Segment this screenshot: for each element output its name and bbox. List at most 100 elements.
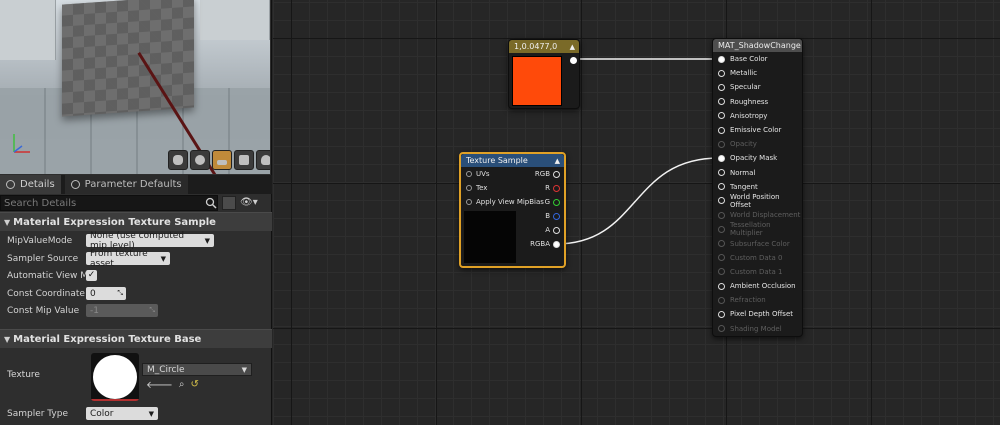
- search-details-input[interactable]: Search Details: [0, 195, 218, 211]
- pin-label: RGBA: [530, 240, 550, 248]
- prop-const-mip-value: Const Mip Value -1 ⤡: [0, 302, 272, 319]
- pin-label: World Displacement: [730, 211, 801, 220]
- material-pin-row: Opacity Mask: [713, 151, 802, 165]
- node-header[interactable]: 1,0.0477,0 ▲: [509, 40, 579, 53]
- material-pin-row: World Displacement: [713, 208, 802, 222]
- pin-row-tex: Tex R: [461, 181, 564, 195]
- output-pin-b[interactable]: [553, 212, 560, 220]
- input-pin[interactable]: [718, 183, 725, 191]
- material-pin-row: Emissive Color: [713, 123, 802, 137]
- output-pin-rgba[interactable]: [553, 240, 560, 248]
- pin-label: RGB: [534, 170, 550, 178]
- input-pin[interactable]: [718, 83, 725, 91]
- prop-label: Sampler Type: [7, 408, 68, 419]
- pin-row-mipbias: Apply View MipBias G: [461, 195, 564, 209]
- pin-label: Custom Data 1: [730, 267, 783, 276]
- node-header[interactable]: MAT_ShadowChange: [713, 39, 802, 52]
- collapse-caret-icon[interactable]: ▼: [4, 218, 10, 227]
- dropdown-value: M_Circle: [147, 364, 185, 375]
- input-pin-tex[interactable]: [466, 185, 472, 191]
- details-tabbar: Details Parameter Defaults: [0, 175, 272, 194]
- const-mip-value-field: -1 ⤡: [86, 304, 158, 317]
- output-pin[interactable]: [570, 57, 577, 64]
- sampler-source-dropdown[interactable]: From texture asset ▼: [86, 249, 170, 269]
- dropdown-value: None (use computed mip level): [90, 230, 185, 251]
- details-icon: [6, 180, 15, 189]
- resize-arrows-icon: ⤡: [117, 289, 123, 297]
- output-pin-rgb[interactable]: [553, 170, 560, 178]
- input-pin[interactable]: [718, 310, 725, 318]
- material-pin-row: Normal: [713, 166, 802, 180]
- collapse-arrow-icon[interactable]: ▲: [570, 43, 575, 51]
- view-options-eye-icon[interactable]: 👁▾: [240, 197, 260, 209]
- axis-gizmo-icon: [13, 134, 30, 153]
- output-pin-g[interactable]: [553, 198, 560, 206]
- material-pin-row: Subsurface Color: [713, 236, 802, 250]
- node-header[interactable]: Texture Sample ▲: [461, 154, 564, 167]
- chevron-down-icon: ▼: [160, 254, 166, 263]
- output-pin-r[interactable]: [553, 184, 560, 192]
- prop-label: Const Coordinate: [7, 288, 85, 299]
- pin-label: R: [545, 184, 550, 192]
- asset-type-bar: [91, 399, 139, 401]
- input-pin[interactable]: [718, 197, 725, 205]
- pin-label: Anisotropy: [730, 111, 768, 120]
- input-pin[interactable]: [718, 112, 725, 120]
- constant3vector-node[interactable]: 1,0.0477,0 ▲: [508, 39, 580, 109]
- material-pin-row: Metallic: [713, 66, 802, 80]
- property-matrix-icon[interactable]: [222, 196, 236, 210]
- section-texture-base[interactable]: ▼ Material Expression Texture Base: [0, 329, 272, 348]
- prop-auto-view-mip-bias: Automatic View Mip Bi ✓: [0, 267, 272, 284]
- input-pin[interactable]: [718, 154, 725, 162]
- input-pin-uvs[interactable]: [466, 171, 472, 177]
- search-icon[interactable]: [205, 197, 217, 209]
- pin-label: G: [544, 198, 550, 206]
- input-pin: [718, 296, 725, 304]
- input-pin[interactable]: [718, 98, 725, 106]
- browse-search-icon[interactable]: ⌕: [179, 379, 185, 391]
- input-pin[interactable]: [718, 169, 725, 177]
- auto-view-mip-bias-checkbox[interactable]: ✓: [86, 270, 97, 281]
- texture-sample-node[interactable]: Texture Sample ▲ UVs RGB Tex R Apply Vie…: [459, 152, 566, 268]
- use-selected-arrow-icon[interactable]: 🡐: [146, 379, 173, 391]
- input-pin[interactable]: [718, 282, 725, 290]
- preview-mesh: [62, 0, 194, 117]
- texture-asset-dropdown[interactable]: M_Circle ▼: [142, 363, 252, 376]
- material-preview-viewport[interactable]: [0, 0, 270, 174]
- cylinder-icon[interactable]: [168, 150, 188, 170]
- viewport-building: [200, 0, 270, 40]
- node-title: Texture Sample: [466, 156, 528, 165]
- tab-parameter-defaults[interactable]: Parameter Defaults: [64, 175, 188, 194]
- pin-label: Apply View MipBias: [476, 198, 544, 206]
- pin-label: Opacity Mask: [730, 154, 778, 163]
- reset-to-default-icon[interactable]: ↺: [190, 379, 198, 391]
- tab-details[interactable]: Details: [0, 175, 61, 194]
- input-pin[interactable]: [718, 126, 725, 134]
- sampler-type-dropdown[interactable]: Color ▼: [86, 407, 158, 420]
- section-texture-sample[interactable]: ▼ Material Expression Texture Sample: [0, 212, 272, 231]
- input-pin[interactable]: [718, 55, 725, 63]
- prop-sampler-source: Sampler Source From texture asset ▼: [0, 249, 272, 269]
- collapse-arrow-icon[interactable]: ▲: [555, 157, 560, 165]
- plane-icon[interactable]: [212, 150, 232, 170]
- tab-parameter-defaults-label: Parameter Defaults: [84, 179, 182, 190]
- input-pin-apply-view-mipbias[interactable]: [466, 199, 472, 205]
- material-pin-row: Roughness: [713, 95, 802, 109]
- material-graph-canvas[interactable]: [273, 0, 1000, 425]
- sphere-icon[interactable]: [190, 150, 210, 170]
- pin-label: Refraction: [730, 296, 766, 305]
- pin-label: Pixel Depth Offset: [730, 310, 793, 319]
- prop-label: Const Mip Value: [7, 305, 80, 316]
- collapse-caret-icon[interactable]: ▼: [4, 335, 10, 344]
- material-result-node[interactable]: MAT_ShadowChange Base Color Metallic Specu…: [712, 38, 803, 337]
- texture-thumbnail[interactable]: [91, 353, 139, 401]
- teapot-icon[interactable]: [256, 150, 270, 170]
- pin-label: Custom Data 0: [730, 253, 783, 262]
- input-pin[interactable]: [718, 69, 725, 77]
- input-pin: [718, 325, 725, 333]
- output-pin-a[interactable]: [553, 226, 560, 234]
- const-coordinate-field[interactable]: 0 ⤡: [86, 287, 126, 300]
- node-title: 1,0.0477,0: [514, 42, 558, 51]
- cube-icon[interactable]: [234, 150, 254, 170]
- mip-value-mode-dropdown[interactable]: None (use computed mip level) ▼: [86, 231, 214, 251]
